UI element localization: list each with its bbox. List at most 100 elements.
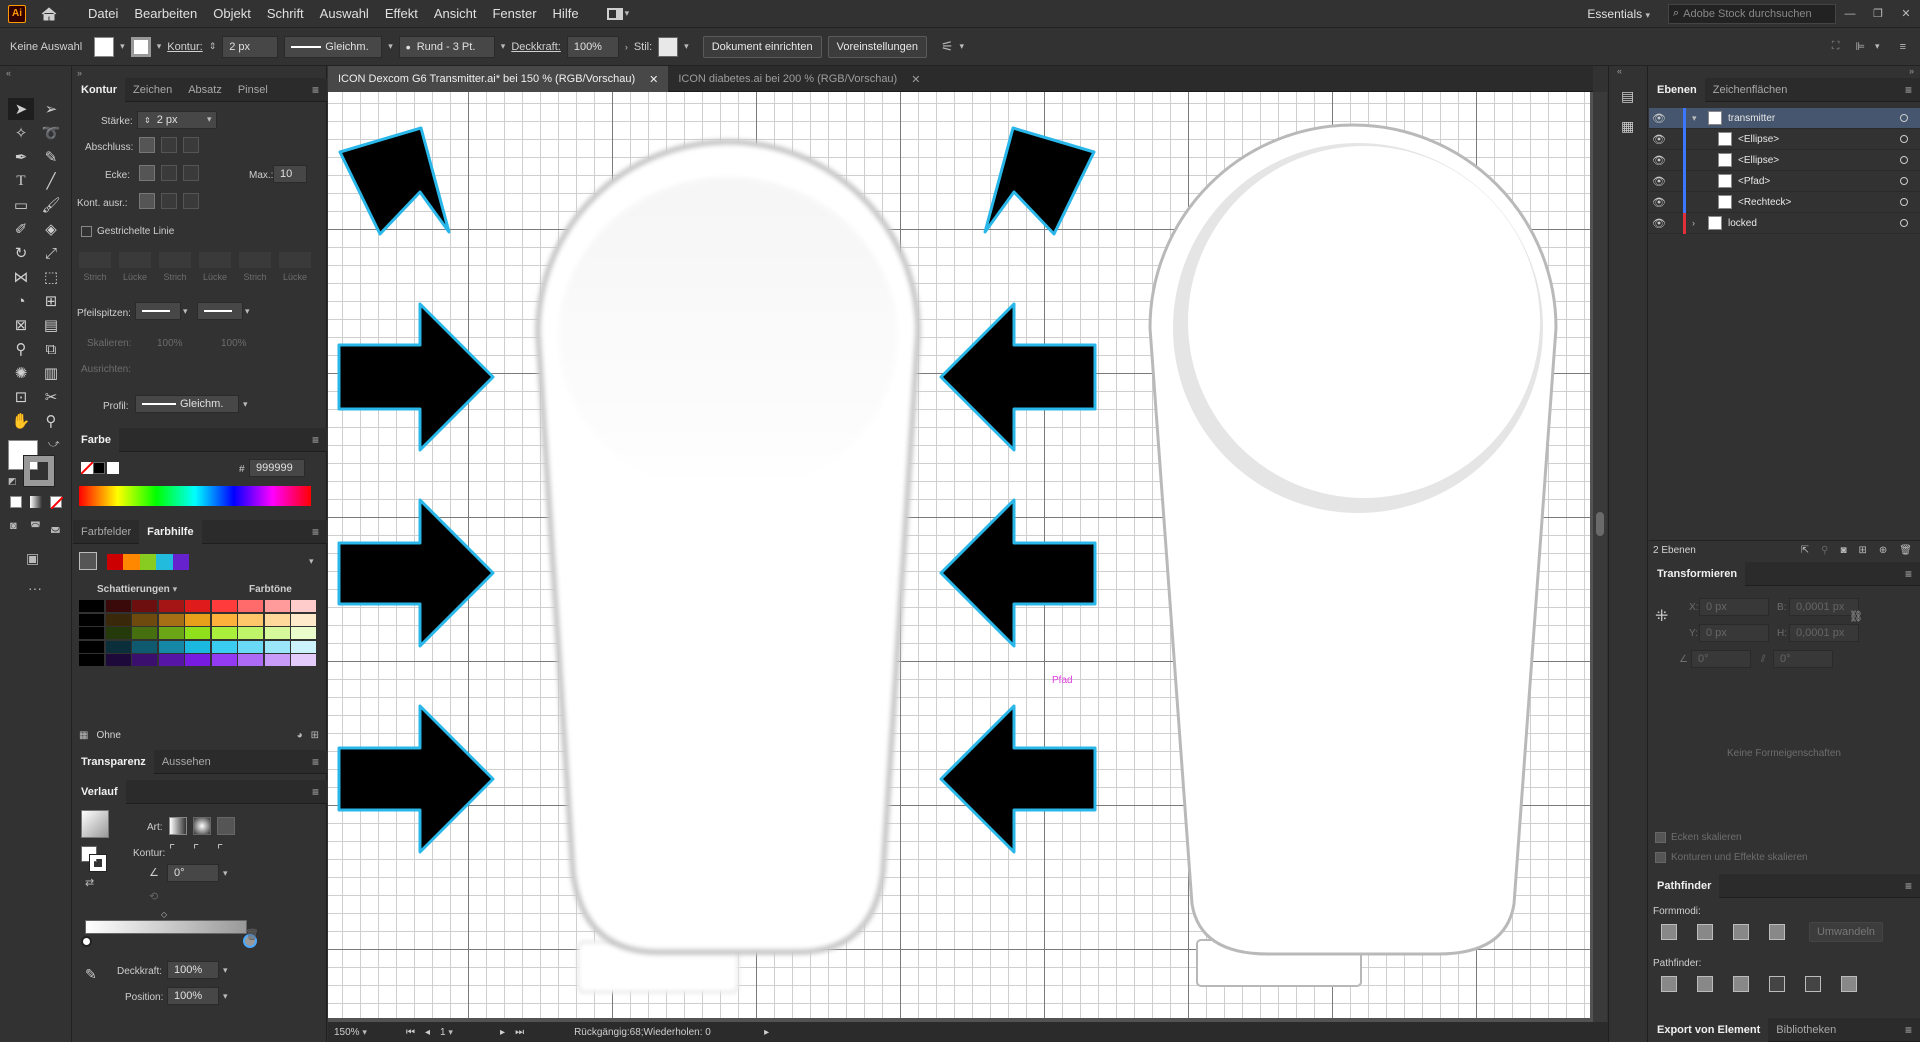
minus-back-icon[interactable]	[1841, 976, 1857, 992]
none-color-icon[interactable]	[80, 461, 94, 475]
stroke-color-swatch[interactable]	[24, 456, 54, 486]
arrow-right-2[interactable]	[939, 302, 1097, 452]
column-graph-icon[interactable]: ▥	[38, 362, 64, 384]
scale-corners-checkbox[interactable]	[1655, 832, 1666, 843]
freeform-gradient-icon[interactable]	[217, 817, 235, 835]
color-guide-swatch[interactable]	[238, 627, 263, 639]
start-arrowhead-select[interactable]	[135, 302, 181, 320]
panel-menu-icon[interactable]: ≡	[312, 525, 319, 539]
tab-kontur[interactable]: Kontur	[73, 77, 126, 102]
color-guide-swatch[interactable]	[238, 640, 263, 653]
layer-row[interactable]: 👁 ▾ transmitter	[1649, 107, 1920, 129]
color-guide-swatch[interactable]	[211, 654, 237, 666]
panel-menu-icon[interactable]: ≡	[1905, 83, 1912, 97]
opacity-field[interactable]: 100%	[566, 35, 619, 58]
layer-row[interactable]: 👁 <Rechteck>	[1649, 191, 1920, 213]
default-colors-icon[interactable]: ◩	[8, 476, 17, 487]
new-sublayer-icon[interactable]: ⊞	[1859, 545, 1867, 556]
color-guide-swatch[interactable]	[238, 600, 263, 612]
lasso-icon[interactable]: ➰	[38, 122, 64, 144]
round-join-icon[interactable]	[161, 165, 177, 181]
reverse-gradient-icon[interactable]: ⇄	[85, 876, 94, 889]
width-tool-icon[interactable]: ⋈	[8, 266, 34, 288]
tab-ebenen[interactable]: Ebenen	[1649, 77, 1705, 102]
line-tool-icon[interactable]: ╱	[38, 170, 64, 192]
preferences-button[interactable]: Voreinstellungen	[827, 35, 927, 58]
document-setup-button[interactable]: Dokument einrichten	[702, 35, 822, 58]
end-arrowhead-select[interactable]	[197, 302, 243, 320]
zoom-tool-icon[interactable]: ⚲	[38, 410, 64, 432]
slice-tool-icon[interactable]: ✂	[38, 386, 64, 408]
shaper-tool-icon[interactable]: ✐	[8, 218, 34, 240]
expand-layer-icon[interactable]: ›	[1692, 218, 1704, 228]
swatch-library-icon[interactable]: ▦	[79, 730, 88, 741]
intersect-icon[interactable]	[1733, 924, 1749, 940]
layer-target-icon[interactable]	[1900, 135, 1908, 143]
arrow-right-3[interactable]	[939, 498, 1097, 648]
tab-verlauf[interactable]: Verlauf	[73, 779, 126, 804]
layer-target-icon[interactable]	[1900, 156, 1908, 164]
color-guide-swatch[interactable]	[158, 640, 184, 653]
miter-limit-field[interactable]: 10	[273, 165, 307, 183]
panel-menu-icon[interactable]: ≡	[312, 83, 319, 97]
swap-colors-icon[interactable]: ⤻	[48, 438, 60, 451]
gradient-angle-field[interactable]: 0°	[167, 864, 219, 882]
edit-colors-icon[interactable]: ◕	[297, 730, 303, 741]
menu-effekt[interactable]: Effekt	[377, 6, 426, 21]
status-menu-icon[interactable]: ▸	[764, 1027, 769, 1038]
menu-datei[interactable]: Datei	[80, 6, 126, 21]
color-guide-swatch[interactable]	[79, 640, 104, 653]
color-mode-icon[interactable]	[10, 496, 22, 508]
direct-selection-tool-icon[interactable]: ➢	[38, 98, 64, 120]
panel-menu-icon[interactable]: ≡	[312, 433, 319, 447]
collapse-toolbar-icon[interactable]: «	[6, 68, 11, 78]
menu-auswahl[interactable]: Auswahl	[312, 6, 377, 21]
color-guide-swatch[interactable]	[105, 627, 131, 639]
none-mode-icon[interactable]	[50, 496, 64, 510]
doc-tab-diabetes[interactable]: ICON diabetes.ai bei 200 % (RGB/Vorschau…	[668, 66, 930, 92]
harmony-swatch[interactable]	[139, 554, 157, 570]
align-left-icon[interactable]: ⊫	[1855, 40, 1865, 53]
harmony-swatch[interactable]	[123, 554, 140, 570]
style-swatch[interactable]	[658, 36, 679, 57]
export-icon[interactable]: ⇱	[1801, 545, 1809, 556]
color-guide-swatch[interactable]	[211, 600, 237, 612]
color-spectrum[interactable]	[79, 486, 311, 506]
prev-artboard-icon[interactable]: ◂	[425, 1027, 430, 1038]
draw-inside-icon[interactable]: ◛	[50, 520, 61, 533]
stroke-across-icon[interactable]: ⌜	[217, 842, 223, 858]
transform-align-icon[interactable]: ⛶	[1832, 40, 1840, 53]
perspective-grid-icon[interactable]: ⊞	[38, 290, 64, 312]
selection-tool-icon[interactable]: ➤	[8, 98, 34, 120]
align-center-icon[interactable]	[139, 193, 155, 209]
properties-icon[interactable]: ▤	[1621, 88, 1634, 105]
panel-menu-icon[interactable]: ≡	[1905, 1023, 1912, 1037]
rotate-tool-icon[interactable]: ↻	[8, 242, 34, 264]
menu-bearbeiten[interactable]: Bearbeiten	[126, 6, 205, 21]
base-color-swatch[interactable]	[79, 552, 97, 570]
workspace-switcher[interactable]: Essentials ▾	[1587, 7, 1650, 21]
arrange-documents-icon[interactable]: ▾	[606, 7, 637, 20]
color-guide-swatch[interactable]	[211, 640, 237, 653]
color-guide-swatch[interactable]	[158, 654, 184, 666]
gradient-opacity-field[interactable]: 100%	[167, 961, 219, 979]
layers-strip-icon[interactable]: ▦	[1621, 118, 1634, 135]
white-color-chip[interactable]	[107, 462, 119, 474]
stroke-stepper[interactable]: ⇕	[209, 41, 217, 52]
symbol-sprayer-icon[interactable]: ✺	[8, 362, 34, 384]
tab-absatz[interactable]: Absatz	[180, 78, 230, 102]
fill-swatch[interactable]	[94, 36, 115, 57]
collapse-right-icon[interactable]: «	[1617, 66, 1622, 76]
zoom-select[interactable]: 150% ▾	[334, 1027, 396, 1038]
color-guide-swatch[interactable]	[105, 600, 131, 612]
divide-icon[interactable]	[1661, 976, 1677, 992]
arrange-icon[interactable]: ⚟	[941, 38, 954, 55]
color-guide-swatch[interactable]	[132, 640, 157, 653]
doc-tab-transmitter[interactable]: ICON Dexcom G6 Transmitter.ai* bei 150 %…	[328, 66, 669, 92]
stroke-within-icon[interactable]: ⌜	[169, 842, 175, 858]
color-guide-swatch[interactable]	[291, 627, 316, 639]
color-guide-swatch[interactable]	[132, 627, 157, 639]
visibility-eye-icon[interactable]: 👁	[1651, 133, 1667, 146]
visibility-eye-icon[interactable]: 👁	[1651, 112, 1667, 125]
collapse-right-panels-icon[interactable]: »	[1909, 66, 1914, 76]
